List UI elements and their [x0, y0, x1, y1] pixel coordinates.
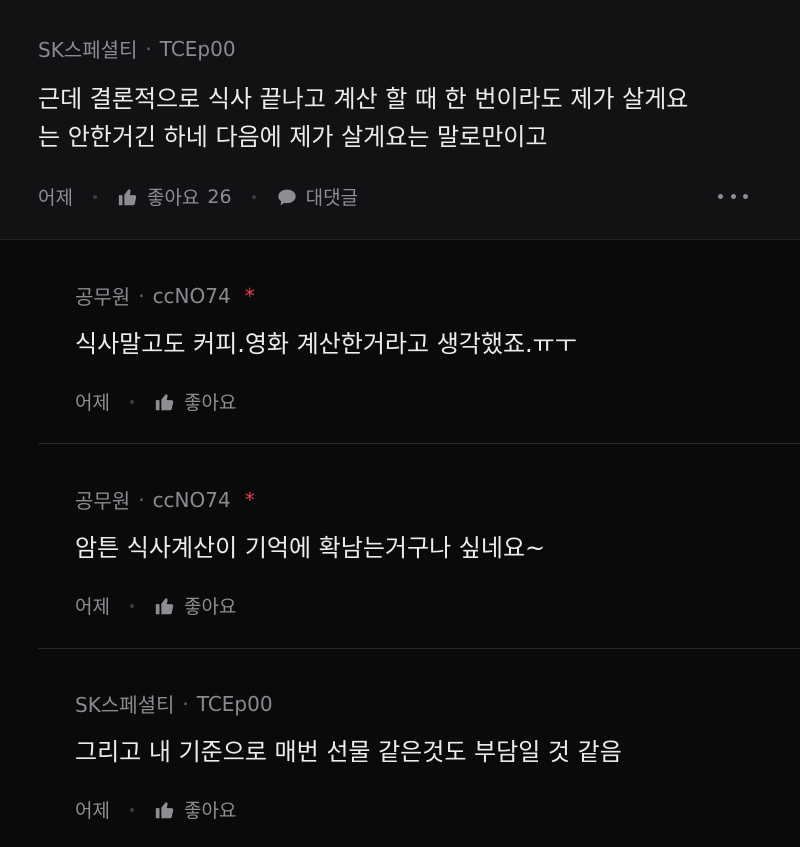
reply-meta: 공무원 · ccNO74 *: [75, 281, 255, 310]
comment-body-line-1: 근데 결론적으로 식사 끝나고 계산 할 때 한 번이라도 제가 살게요: [38, 85, 689, 113]
like-button[interactable]: 좋아요: [154, 796, 236, 823]
like-button[interactable]: 좋아요: [154, 592, 236, 619]
reply-author[interactable]: SK스페셜티: [75, 689, 174, 718]
like-button[interactable]: 좋아요 26: [117, 183, 232, 210]
reply-meta: 공무원 · ccNO74 *: [75, 485, 255, 514]
comment-actions: 어제 좋아요 26 대댓글: [38, 183, 358, 210]
speech-bubble-icon: [276, 186, 298, 208]
reply-author[interactable]: 공무원: [75, 281, 130, 310]
reply-actions: 어제 좋아요: [75, 388, 236, 415]
meta-separator: ·: [138, 283, 145, 308]
more-dots-icon[interactable]: [718, 186, 748, 206]
reply-item: SK스페셜티 · TCEp00 그리고 내 기준으로 매번 선물 같은것도 부담…: [0, 649, 800, 847]
reply-author-code: ccNO74: [152, 487, 231, 512]
comment-author[interactable]: SK스페셜티: [38, 34, 137, 63]
reply-time: 어제: [75, 800, 110, 822]
reply-actions: 어제 좋아요: [75, 796, 236, 823]
reply-author[interactable]: 공무원: [75, 485, 130, 514]
meta-separator: ·: [145, 36, 152, 61]
reply-time: 어제: [75, 392, 110, 414]
reply-author-code: ccNO74: [152, 283, 231, 308]
meta-separator: ·: [138, 487, 145, 512]
action-separator-dot: [92, 194, 97, 199]
reply-body: 식사말고도 커피.영화 계산한거라고 생각했죠.ㅠㅜ: [75, 330, 577, 358]
like-label: 좋아요: [183, 596, 237, 618]
main-comment: SK스페셜티 · TCEp00 근데 결론적으로 식사 끝나고 계산 할 때 한…: [0, 0, 800, 240]
reply-label: 대댓글: [305, 187, 359, 209]
action-separator-dot: [129, 603, 134, 608]
like-button[interactable]: 좋아요: [154, 388, 236, 415]
reply-button[interactable]: 대댓글: [276, 183, 358, 210]
reply-actions: 어제 좋아요: [75, 592, 236, 619]
comment-author-code: TCEp00: [159, 36, 236, 61]
action-separator-dot: [129, 399, 134, 404]
comment-meta: SK스페셜티 · TCEp00: [38, 34, 236, 63]
thumbs-up-icon: [154, 391, 176, 413]
meta-separator: ·: [182, 691, 189, 716]
reply-author-code: TCEp00: [196, 691, 273, 716]
reply-meta: SK스페셜티 · TCEp00: [75, 689, 273, 718]
comment-body-line-2: 는 안한거긴 하네 다음에 제가 살게요는 말로만이고: [38, 123, 548, 151]
comment-time: 어제: [38, 187, 73, 209]
thumbs-up-icon: [117, 186, 139, 208]
like-label: 좋아요: [183, 392, 237, 414]
reply-item: 공무원 · ccNO74 * 암튼 식사계산이 기억에 확남는거구나 싶네요~ …: [0, 444, 800, 649]
new-mark: *: [244, 487, 255, 512]
comment-thread: SK스페셜티 · TCEp00 근데 결론적으로 식사 끝나고 계산 할 때 한…: [0, 0, 800, 847]
action-separator-dot: [251, 194, 256, 199]
reply-time: 어제: [75, 596, 110, 618]
like-count: 26: [207, 185, 232, 208]
like-label: 좋아요: [146, 187, 200, 209]
reply-body: 암튼 식사계산이 기억에 확남는거구나 싶네요~: [75, 534, 546, 562]
thumbs-up-icon: [154, 595, 176, 617]
new-mark: *: [244, 283, 255, 308]
like-label: 좋아요: [183, 800, 237, 822]
reply-body: 그리고 내 기준으로 매번 선물 같은것도 부담일 것 같음: [75, 738, 622, 766]
thumbs-up-icon: [154, 799, 176, 821]
action-separator-dot: [129, 807, 134, 812]
reply-item: 공무원 · ccNO74 * 식사말고도 커피.영화 계산한거라고 생각했죠.ㅠ…: [0, 239, 800, 444]
